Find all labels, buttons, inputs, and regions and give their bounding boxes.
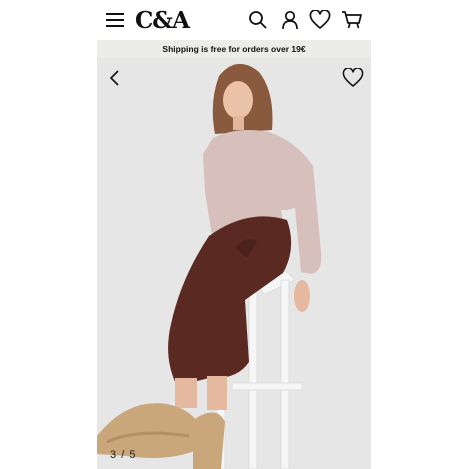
chevron-left-icon [109, 70, 119, 86]
image-pager: 3 / 5 [110, 449, 136, 461]
search-button[interactable] [246, 8, 270, 32]
menu-icon [106, 13, 124, 27]
product-gallery[interactable]: 3 / 5 [97, 58, 371, 469]
account-button[interactable] [278, 8, 302, 32]
account-icon [282, 10, 298, 30]
heart-outline-icon [342, 68, 364, 87]
pager-total: 5 [129, 449, 137, 461]
product-photo [97, 58, 371, 469]
back-button[interactable] [105, 68, 125, 88]
top-nav: C&A [97, 0, 371, 40]
wishlist-button[interactable] [308, 8, 332, 32]
heart-icon [309, 10, 331, 29]
cart-button[interactable] [340, 8, 364, 32]
add-to-wishlist-button[interactable] [341, 67, 365, 89]
brand-logo[interactable]: C&A [135, 6, 190, 34]
product-page: C&A Shipping is free for orders over 19€… [97, 0, 371, 469]
cart-icon [342, 11, 362, 29]
pager-current: 3 [110, 449, 118, 461]
search-icon [249, 11, 267, 29]
pager-separator: / [121, 449, 126, 461]
promo-banner: Shipping is free for orders over 19€ [97, 40, 371, 58]
menu-button[interactable] [103, 8, 127, 32]
